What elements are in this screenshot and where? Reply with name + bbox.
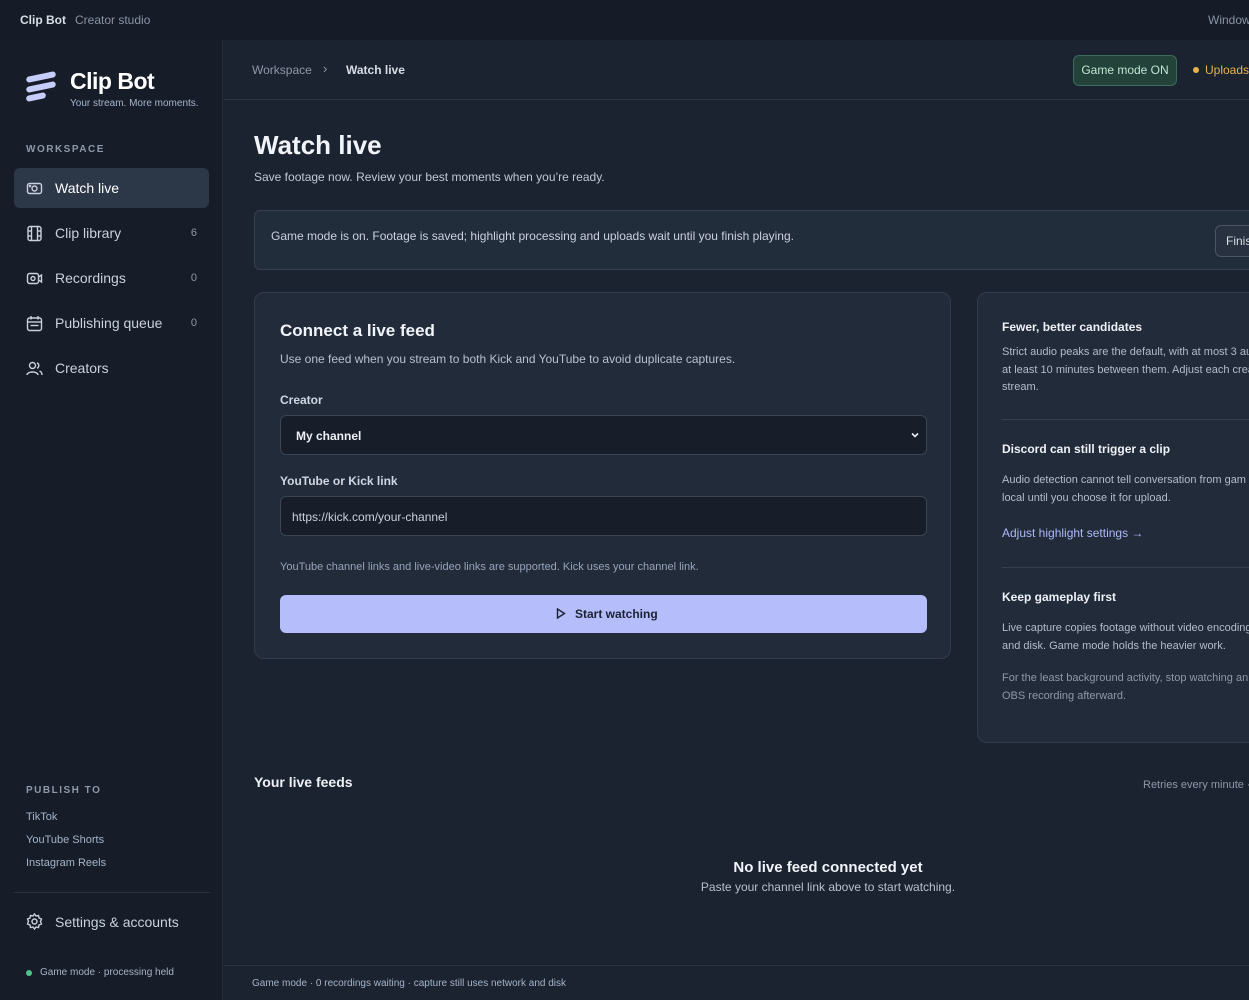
play-icon bbox=[556, 608, 566, 619]
window-menu[interactable]: Window bbox=[1208, 13, 1249, 27]
start-watching-label: Start watching bbox=[575, 607, 658, 621]
finish-button[interactable]: Finish bbox=[1215, 225, 1249, 257]
page-subtitle: Save footage now. Review your best momen… bbox=[254, 170, 605, 184]
app-title: Clip Bot bbox=[20, 13, 66, 27]
tip-candidates-title: Fewer, better candidates bbox=[1002, 320, 1143, 334]
empty-state-title: No live feed connected yet bbox=[733, 859, 923, 876]
app-subtitle: Creator studio bbox=[75, 13, 151, 27]
connect-description: Use one feed when you stream to both Kic… bbox=[280, 352, 736, 366]
brand-name: Clip Bot bbox=[70, 68, 155, 94]
tips-divider bbox=[1002, 419, 1249, 420]
adjust-highlight-settings-link[interactable]: Adjust highlight settings → bbox=[1002, 526, 1143, 540]
settings-label: Settings & accounts bbox=[55, 914, 179, 930]
tip-gameplay-title: Keep gameplay first bbox=[1002, 590, 1117, 604]
settings-accounts-button[interactable]: Settings & accounts bbox=[14, 902, 209, 942]
footer-status: Game mode · 0 recordings waiting · captu… bbox=[252, 978, 567, 989]
title-bar: Clip Bot Creator studio Window bbox=[0, 0, 1249, 40]
sidebar-item-clip-library[interactable]: Clip library 6 bbox=[14, 213, 209, 253]
top-header: Workspace › Watch live Game mode ON Uplo… bbox=[224, 40, 1249, 100]
page-title: Watch live bbox=[254, 130, 382, 160]
tip-discord-body: Audio detection cannot tell conversation… bbox=[1002, 474, 1246, 504]
game-mode-notice: Game mode is on. Footage is saved; highl… bbox=[254, 210, 1249, 270]
tip-gameplay-body-extra: For the least background activity, stop … bbox=[1002, 672, 1249, 702]
sidebar-divider bbox=[14, 892, 210, 893]
camera-icon bbox=[26, 182, 43, 195]
live-feeds-retry: Retries every minute · bbox=[1143, 779, 1249, 791]
creator-select[interactable]: My channel bbox=[280, 415, 927, 455]
sidebar-item-label: Watch live bbox=[55, 180, 120, 196]
tip-gameplay-body: Live capture copies footage without vide… bbox=[1002, 622, 1249, 652]
sidebar-status: Game mode · processing held bbox=[40, 967, 174, 978]
sidebar-item-label: Creators bbox=[55, 360, 109, 376]
channel-link-placeholder: https://kick.com/your-channel bbox=[292, 510, 448, 524]
creator-label: Creator bbox=[280, 393, 323, 407]
sidebar-item-count: 0 bbox=[190, 272, 197, 284]
uploads-status[interactable]: Uploads bbox=[1205, 63, 1249, 77]
connect-title: Connect a live feed bbox=[280, 321, 435, 340]
connect-feed-card: Connect a live feed Use one feed when yo… bbox=[254, 292, 951, 659]
tips-card: Fewer, better candidates Strict audio pe… bbox=[977, 292, 1249, 743]
sidebar-item-count: 0 bbox=[190, 317, 197, 329]
brand-tagline: Your stream. More moments. bbox=[70, 98, 199, 109]
sidebar-item-label: Publishing queue bbox=[55, 315, 163, 331]
sidebar: Clip Bot Your stream. More moments. WORK… bbox=[0, 40, 223, 1000]
live-feeds-title: Your live feeds bbox=[254, 774, 353, 790]
tips-divider bbox=[1002, 567, 1249, 568]
tip-discord-title: Discord can still trigger a clip bbox=[1002, 442, 1171, 456]
calendar-icon bbox=[26, 316, 43, 332]
sidebar-item-label: Recordings bbox=[55, 270, 126, 286]
chevron-down-icon bbox=[911, 432, 919, 438]
film-icon bbox=[27, 225, 42, 242]
publish-tiktok-link[interactable]: TikTok bbox=[26, 811, 57, 823]
creator-select-value: My channel bbox=[296, 429, 362, 443]
channel-link-input[interactable]: https://kick.com/your-channel bbox=[280, 496, 927, 536]
users-icon bbox=[26, 361, 43, 376]
link-label: YouTube or Kick link bbox=[280, 474, 398, 488]
status-dot bbox=[26, 970, 32, 976]
start-watching-button[interactable]: Start watching bbox=[280, 595, 927, 633]
publish-youtube-shorts-link[interactable]: YouTube Shorts bbox=[26, 834, 104, 846]
sidebar-item-count: 6 bbox=[190, 227, 197, 239]
sidebar-item-publishing-queue[interactable]: Publishing queue 0 bbox=[14, 303, 209, 343]
publish-section-label: PUBLISH TO bbox=[26, 785, 102, 796]
link-hint: YouTube channel links and live-video lin… bbox=[280, 561, 699, 573]
chevron-right-icon: › bbox=[323, 61, 328, 76]
breadcrumb-workspace[interactable]: Workspace bbox=[252, 63, 312, 77]
sidebar-item-label: Clip library bbox=[55, 225, 122, 241]
game-mode-toggle[interactable]: Game mode ON bbox=[1073, 55, 1177, 86]
sidebar-item-watch-live[interactable]: Watch live bbox=[14, 168, 209, 208]
gear-icon bbox=[26, 913, 43, 930]
notice-text: Game mode is on. Footage is saved; highl… bbox=[271, 229, 794, 243]
workspace-section-label: WORKSPACE bbox=[26, 144, 105, 155]
breadcrumb-current: Watch live bbox=[346, 63, 405, 77]
video-icon bbox=[26, 272, 43, 285]
empty-state-subtitle: Paste your channel link above to start w… bbox=[700, 880, 956, 894]
publish-instagram-reels-link[interactable]: Instagram Reels bbox=[26, 857, 106, 869]
status-footer: Game mode · 0 recordings waiting · captu… bbox=[224, 965, 1249, 1000]
sidebar-item-recordings[interactable]: Recordings 0 bbox=[14, 258, 209, 298]
tip-candidates-body: Strict audio peaks are the default, with… bbox=[1002, 346, 1249, 393]
uploads-status-dot bbox=[1193, 67, 1199, 73]
sidebar-item-creators[interactable]: Creators bbox=[14, 348, 209, 388]
clipbot-logo-icon bbox=[26, 71, 56, 102]
